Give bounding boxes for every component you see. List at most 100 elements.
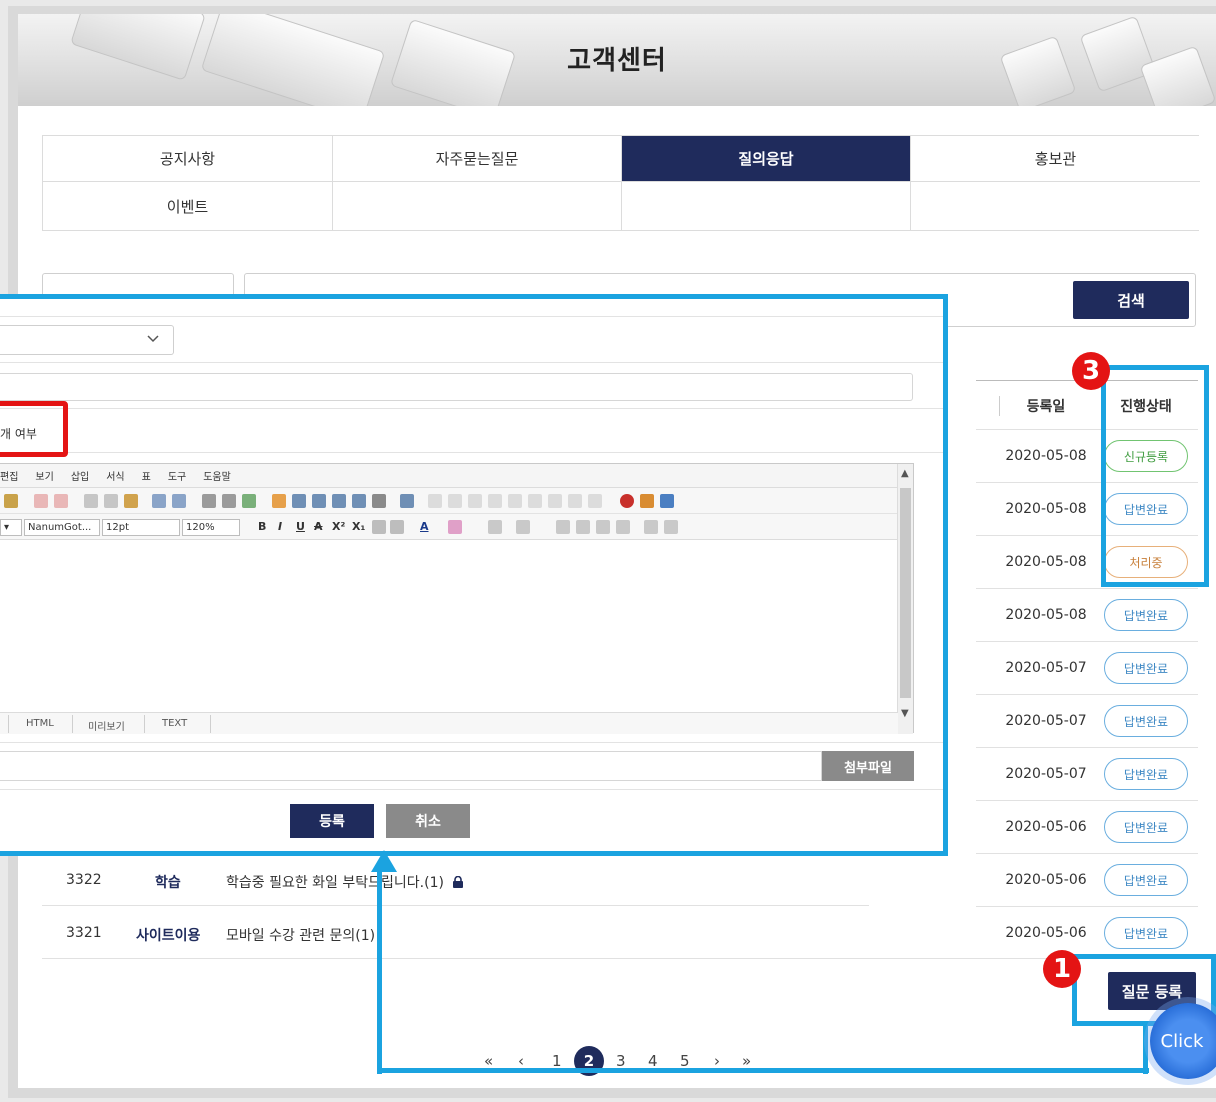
row-number: 3322: [66, 872, 102, 888]
editor-menu-table[interactable]: 표: [142, 468, 151, 483]
mode-html[interactable]: HTML: [26, 718, 54, 729]
align-left-icon[interactable]: [556, 520, 570, 534]
tab-promotion[interactable]: 홍보관: [911, 136, 1200, 182]
align-right-icon[interactable]: [596, 520, 610, 534]
tab-event[interactable]: 이벤트: [43, 182, 333, 230]
row-title-link[interactable]: 학습중 필요한 화일 부탁드립니다.(1): [226, 872, 464, 892]
copy-icon[interactable]: [84, 494, 98, 508]
underline-icon[interactable]: U: [296, 520, 305, 533]
font-family-select[interactable]: NanumGot...: [24, 519, 100, 536]
lock-icon: [452, 876, 463, 888]
tab-faq[interactable]: 자주묻는질문: [333, 136, 622, 182]
image-icon[interactable]: [272, 494, 286, 508]
mode-preview[interactable]: 미리보기: [88, 718, 125, 733]
mode-text[interactable]: TEXT: [162, 718, 187, 729]
spellcheck-icon[interactable]: [620, 494, 634, 508]
align-justify-icon[interactable]: [616, 520, 630, 534]
font-color-icon[interactable]: A: [420, 520, 429, 533]
scroll-up-icon[interactable]: ▲: [901, 468, 909, 479]
tab-qna[interactable]: 질의응답: [622, 136, 911, 182]
align-center-icon[interactable]: [576, 520, 590, 534]
status-badge: 답변완료: [1104, 758, 1188, 790]
font-size-select[interactable]: 12pt: [102, 519, 180, 536]
source-icon[interactable]: [660, 494, 674, 508]
paste-icon[interactable]: [4, 494, 18, 508]
bold-icon[interactable]: B: [258, 520, 266, 533]
editor-scrollbar[interactable]: ▲ ▼: [897, 464, 913, 734]
replace-icon[interactable]: [172, 494, 186, 508]
row-date: 2020-05-08: [1005, 501, 1087, 517]
table-tool-icon[interactable]: [468, 494, 482, 508]
editor-menubar: 편집 보기 삽입 서식 표 도구 도움말: [0, 464, 898, 488]
indent-icon[interactable]: [644, 520, 658, 534]
subscript-icon[interactable]: X₁: [352, 520, 365, 533]
editor-menu-view[interactable]: 보기: [35, 468, 53, 483]
anchor-icon[interactable]: [372, 494, 386, 508]
header-divider: [999, 396, 1000, 416]
bullet-list-icon[interactable]: [516, 520, 530, 534]
editor-menu-help[interactable]: 도움말: [203, 468, 231, 483]
template-icon[interactable]: [332, 494, 346, 508]
table-icon[interactable]: [400, 494, 414, 508]
find-icon[interactable]: [152, 494, 166, 508]
paste-special-icon[interactable]: [124, 494, 138, 508]
editor-menu-format[interactable]: 서식: [106, 468, 124, 483]
tab-notice[interactable]: 공지사항: [43, 136, 333, 182]
cut-icon[interactable]: [104, 494, 118, 508]
attachment-path-field[interactable]: [0, 751, 822, 781]
submit-button[interactable]: 등록: [290, 804, 374, 838]
row-divider: [976, 747, 1198, 748]
column-header-date: 등록일: [1026, 399, 1066, 415]
tab-empty: [911, 182, 1200, 230]
line-height-select[interactable]: 120%: [182, 519, 240, 536]
attach-file-button[interactable]: 첨부파일: [822, 751, 914, 781]
table-tool-icon[interactable]: [428, 494, 442, 508]
cancel-button[interactable]: 취소: [386, 804, 470, 838]
rich-text-editor: 편집 보기 삽입 서식 표 도구 도움말 ▾ NanumGot... 12pt …: [0, 463, 914, 734]
style-select[interactable]: ▾: [0, 519, 22, 536]
table-tool-icon[interactable]: [548, 494, 562, 508]
table-bottom-border: [42, 958, 1198, 959]
row-title-link[interactable]: 모바일 수강 관련 문의(1): [226, 925, 375, 945]
emoticon-icon[interactable]: [242, 494, 256, 508]
table-tool-icon[interactable]: [568, 494, 582, 508]
row-date: 2020-05-08: [1005, 607, 1087, 623]
editor-menu-tools[interactable]: 도구: [168, 468, 186, 483]
special-char-icon[interactable]: [202, 494, 216, 508]
text-box-icon[interactable]: [372, 520, 386, 534]
media-icon[interactable]: [292, 494, 306, 508]
mode-divider: [210, 715, 211, 733]
row-date: 2020-05-06: [1005, 872, 1087, 888]
link-icon[interactable]: [352, 494, 366, 508]
table-tool-icon[interactable]: [588, 494, 602, 508]
row-divider: [976, 906, 1198, 907]
ordered-list-icon[interactable]: [488, 520, 502, 534]
editor-menu-edit[interactable]: 편집: [0, 468, 18, 483]
redo-icon[interactable]: [54, 494, 68, 508]
table-tool-icon[interactable]: [488, 494, 502, 508]
search-button[interactable]: 검색: [1073, 281, 1189, 319]
form-divider: [0, 316, 943, 317]
undo-icon[interactable]: [34, 494, 48, 508]
title-input[interactable]: [0, 373, 913, 401]
strikethrough-icon[interactable]: A: [314, 520, 323, 533]
clear-format-icon[interactable]: [640, 494, 654, 508]
scroll-down-icon[interactable]: ▼: [901, 708, 909, 719]
flash-icon[interactable]: [312, 494, 326, 508]
row-number: 3321: [66, 925, 102, 941]
italic-icon[interactable]: I: [278, 520, 282, 533]
scroll-thumb[interactable]: [900, 488, 911, 698]
table-tool-icon[interactable]: [448, 494, 462, 508]
paragraph-icon[interactable]: [390, 520, 404, 534]
highlight-color-icon[interactable]: [448, 520, 462, 534]
table-tool-icon[interactable]: [508, 494, 522, 508]
outdent-icon[interactable]: [664, 520, 678, 534]
row-divider: [976, 588, 1198, 589]
superscript-icon[interactable]: X²: [332, 520, 345, 533]
flow-arrow-horizontal: [377, 1068, 1149, 1074]
editor-menu-insert[interactable]: 삽입: [71, 468, 89, 483]
horizontal-line-icon[interactable]: [222, 494, 236, 508]
board-tabs: 공지사항 자주묻는질문 질의응답 홍보관 이벤트: [42, 135, 1200, 231]
table-tool-icon[interactable]: [528, 494, 542, 508]
category-select[interactable]: [0, 325, 174, 355]
